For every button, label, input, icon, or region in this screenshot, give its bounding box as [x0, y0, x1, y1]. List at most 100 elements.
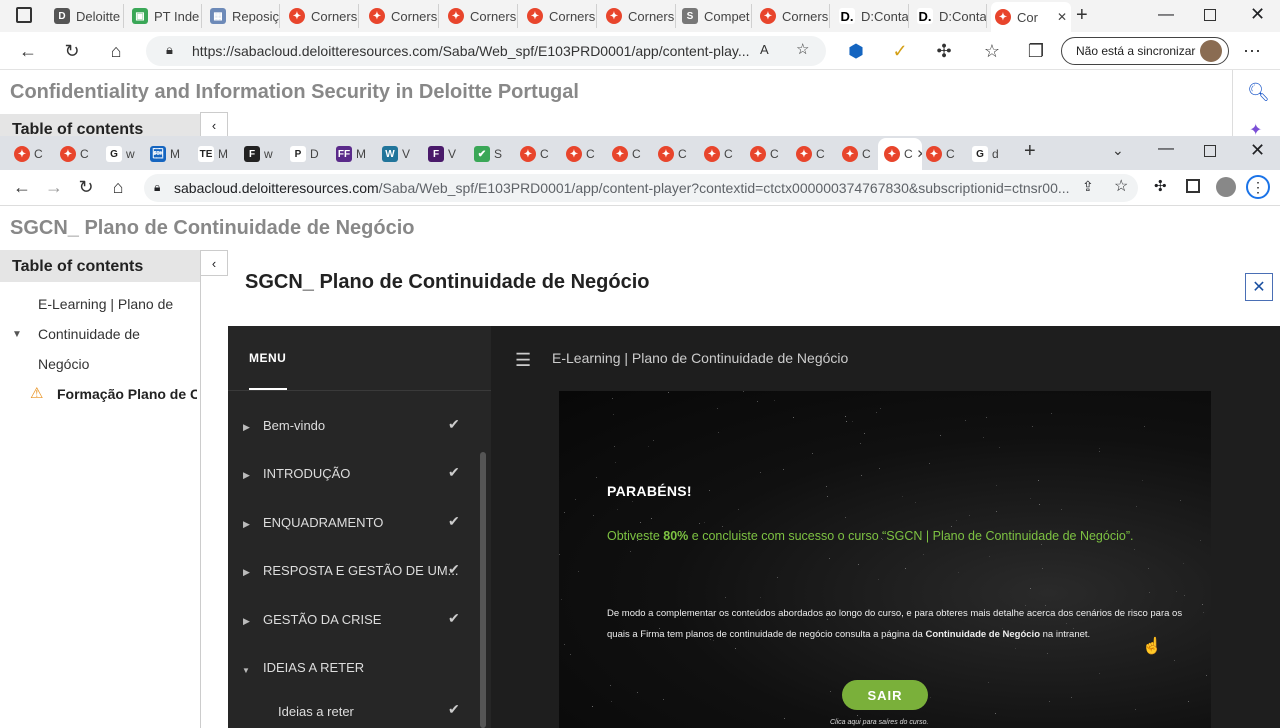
chrome-tab[interactable]: ✦ C ✕: [878, 138, 922, 170]
chrome-tab[interactable]: ✦ C: [842, 144, 882, 164]
star-dot: [1141, 479, 1143, 481]
shield-extension-icon[interactable]: ⬢: [846, 41, 866, 61]
more-icon[interactable]: ⋯: [1242, 41, 1262, 61]
bookmark-star-icon[interactable]: ☆: [1114, 176, 1128, 196]
shield-icon: ✔: [474, 146, 490, 162]
profile-icon[interactable]: [1216, 177, 1236, 197]
chrome-tab[interactable]: Gw: [106, 144, 146, 164]
collections-icon[interactable]: ❐: [1026, 41, 1046, 61]
close-window-icon[interactable]: ✕: [1250, 140, 1265, 161]
edge-tab-label: Corners: [470, 8, 517, 24]
close-icon[interactable]: ✕: [1245, 273, 1273, 301]
chrome-tab[interactable]: ✦ C: [520, 144, 560, 164]
hamburger-icon[interactable]: ☰: [515, 350, 531, 371]
purple-f-icon: F: [428, 146, 444, 162]
new-tab-icon[interactable]: +: [1024, 140, 1036, 163]
check-extension-icon[interactable]: ✓: [890, 41, 910, 61]
extensions-icon[interactable]: ✣: [1154, 177, 1167, 195]
sync-button[interactable]: Não está a sincronizar: [1061, 37, 1229, 65]
body-post: na intranet.: [1040, 629, 1091, 640]
menu-sub-item[interactable]: Ideias a reter: [278, 704, 354, 719]
edge-tab[interactable]: D. D:Conta: [835, 4, 909, 28]
restore-icon[interactable]: [1204, 145, 1216, 157]
chrome-tab[interactable]: ✔ S: [474, 144, 514, 164]
forward-icon[interactable]: →: [44, 177, 64, 197]
star-dot: [1098, 447, 1100, 449]
toc-item-line[interactable]: Continuidade de: [38, 326, 140, 342]
search-icon[interactable]: 🔍︎: [1247, 82, 1270, 103]
extensions-icon[interactable]: ✣: [934, 41, 954, 61]
back-icon[interactable]: ←: [12, 177, 32, 197]
new-tab-icon[interactable]: +: [1076, 4, 1088, 27]
edge-tab[interactable]: ✦ Corners: [444, 4, 518, 28]
tab-search-icon[interactable]: ⌄: [1112, 142, 1124, 159]
chrome-tab[interactable]: WV: [382, 144, 422, 164]
favorites-icon[interactable]: ☆: [982, 41, 1002, 61]
chrome-tab[interactable]: FF M: [336, 144, 376, 164]
chrome-tab[interactable]: TE M: [198, 144, 238, 164]
chrome-tab[interactable]:  M: [150, 144, 190, 164]
edge-tab[interactable]: ✦ Cor ✕: [991, 2, 1071, 32]
close-tab-icon[interactable]: ✕: [917, 147, 922, 161]
star-dot: [1070, 697, 1072, 699]
background-collapse-icon[interactable]: ‹: [200, 112, 228, 138]
minimize-icon[interactable]: —: [1158, 6, 1174, 24]
toc-collapse-icon[interactable]: ‹: [200, 250, 228, 276]
chrome-tab[interactable]: ✦ C: [60, 144, 100, 164]
check-icon: ✔: [448, 610, 460, 626]
chrome-tab[interactable]: Fw: [244, 144, 284, 164]
exit-button[interactable]: SAIR: [842, 680, 928, 710]
refresh-icon[interactable]: ↻: [62, 41, 82, 61]
edge-tab[interactable]: D Deloitte: [50, 4, 124, 28]
lock-icon: 🔒︎: [154, 180, 161, 194]
toc-child-item[interactable]: Formação Plano de Co: [57, 386, 197, 402]
close-window-icon[interactable]: ✕: [1250, 4, 1265, 25]
chrome-tab[interactable]: Gd: [972, 144, 1012, 164]
chrome-tab[interactable]: ✦ C: [612, 144, 652, 164]
edge-tab[interactable]: ✦ Corners: [756, 4, 830, 28]
chrome-tab[interactable]: ✦ C: [704, 144, 744, 164]
chrome-tab[interactable]: ✦ C: [658, 144, 698, 164]
chrome-url-field[interactable]: 🔒︎ sabacloud.deloitteresources.com/Saba/…: [144, 174, 1138, 202]
star-dot: [1046, 653, 1048, 655]
toc-item-line[interactable]: Negócio: [38, 356, 89, 372]
deloitte-d-icon: D: [54, 8, 70, 24]
refresh-icon[interactable]: ↻: [76, 177, 96, 197]
tab-actions-icon[interactable]: [16, 7, 32, 23]
body-link[interactable]: Continuidade de Negócio: [925, 629, 1040, 640]
back-icon[interactable]: ←: [18, 41, 38, 61]
edge-tab[interactable]: ✦ Corners: [523, 4, 597, 28]
chrome-tab[interactable]: ✦ C: [14, 144, 54, 164]
ff-icon: FF: [336, 146, 352, 162]
edge-tab[interactable]: ✦ Corners: [285, 4, 359, 28]
minimize-icon[interactable]: —: [1158, 140, 1174, 158]
share-icon[interactable]: ⇪: [1082, 178, 1094, 195]
restore-icon[interactable]: [1204, 9, 1216, 21]
read-aloud-icon[interactable]: A: [760, 42, 769, 57]
caret-down-icon[interactable]: ▼: [12, 329, 22, 340]
chrome-tab[interactable]: ✦ C: [750, 144, 790, 164]
chrome-tab[interactable]: ✦ C: [566, 144, 606, 164]
edge-tab[interactable]: ✦ Corners: [602, 4, 676, 28]
chrome-tab[interactable]: FV: [428, 144, 468, 164]
edge-tab[interactable]: D. D:Conta: [913, 4, 987, 28]
check-icon: ✔: [448, 701, 460, 717]
edge-tab[interactable]: ▣ PT Inde: [128, 4, 202, 28]
edge-tab[interactable]: S Compet: [678, 4, 752, 28]
chrome-tab[interactable]: ✦ C: [926, 144, 966, 164]
edge-tab[interactable]: ✦ Corners: [365, 4, 439, 28]
toc-item-line[interactable]: E-Learning | Plano de: [38, 296, 173, 312]
menu-scrollbar[interactable]: [480, 452, 486, 728]
chrome-tab[interactable]: PD: [290, 144, 330, 164]
home-icon[interactable]: ⌂: [108, 177, 128, 197]
favorite-add-icon[interactable]: ☆: [796, 40, 809, 58]
edge-url-field[interactable]: 🔒︎ https://sabacloud.deloitteresources.c…: [146, 36, 826, 66]
edge-tab[interactable]: ▦ Reposiç: [206, 4, 280, 28]
close-tab-icon[interactable]: ✕: [1057, 10, 1067, 24]
menu-tab[interactable]: MENU: [249, 351, 286, 365]
home-icon[interactable]: ⌂: [106, 41, 126, 61]
side-panel-icon[interactable]: [1186, 179, 1200, 193]
menu-icon[interactable]: ⋮: [1246, 175, 1270, 199]
background-page-title: Confidentiality and Information Security…: [10, 81, 579, 103]
chrome-tab[interactable]: ✦ C: [796, 144, 836, 164]
